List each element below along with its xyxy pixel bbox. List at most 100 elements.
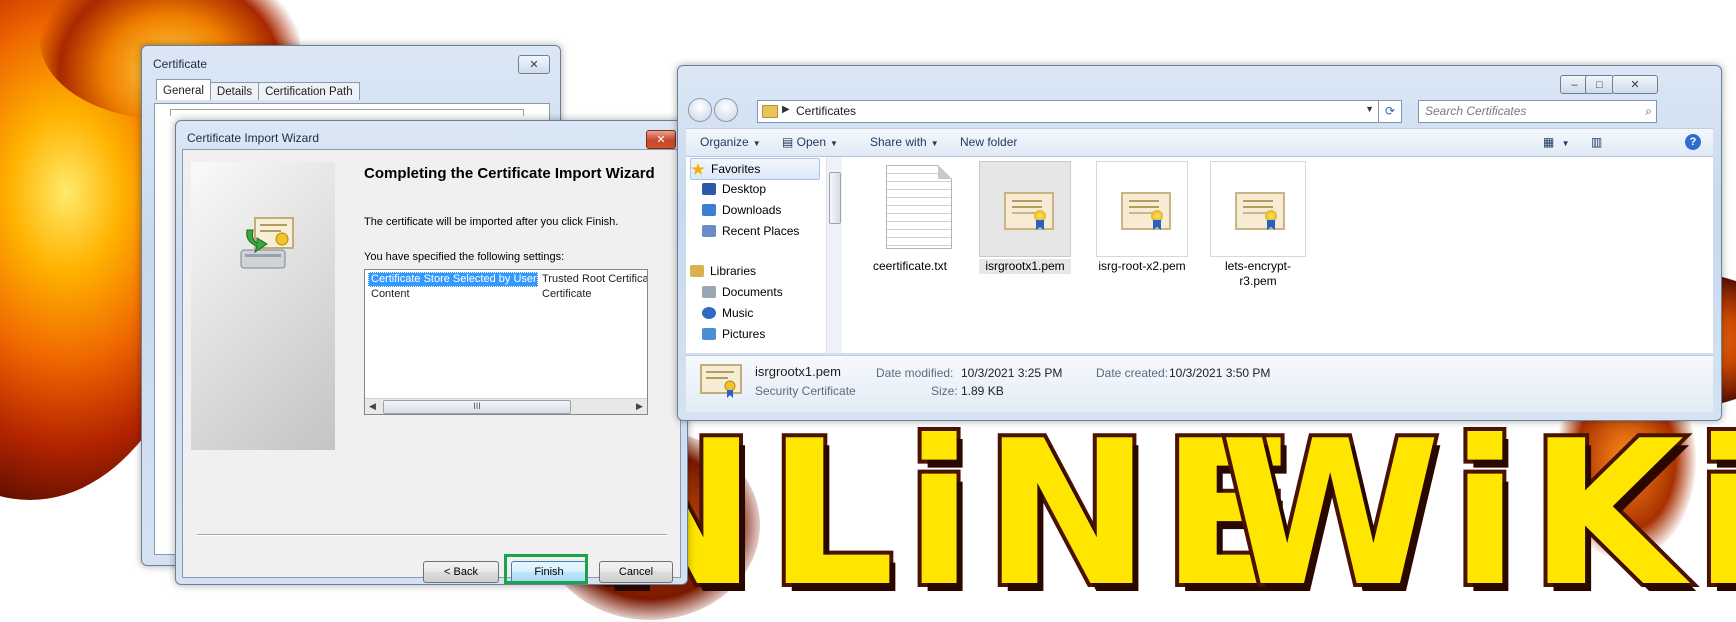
- file-name: lets-encrypt-r3.pem: [1224, 259, 1292, 288]
- settings-list[interactable]: Certificate Store Selected by User Trust…: [364, 269, 648, 415]
- chevron-down-icon: ▼: [752, 139, 761, 148]
- explorer-window: ‒ □ ✕ ▶ Certificates ▼ ⟳ Search Certific…: [677, 65, 1722, 421]
- breadcrumb[interactable]: Certificates: [796, 104, 856, 118]
- certificate-import-icon: [240, 217, 294, 269]
- open-icon: ▤: [782, 135, 797, 149]
- settings-row[interactable]: Content Certificate: [368, 287, 647, 302]
- scroll-thumb[interactable]: III: [383, 400, 571, 414]
- navigation-pane: Favorites Desktop Downloads Recent Place…: [686, 157, 834, 353]
- scroll-left-icon[interactable]: ◀: [365, 399, 380, 414]
- share-with-button[interactable]: Share with ▼: [870, 135, 939, 149]
- import-wizard-window: Certificate Import Wizard ✕ Completing t…: [175, 120, 688, 585]
- certificate-file-icon: [700, 364, 742, 398]
- pictures-icon: [702, 328, 716, 340]
- documents-icon: [702, 286, 716, 298]
- wizard-heading: Completing the Certificate Import Wizard: [364, 165, 655, 182]
- desktop-icon: [702, 183, 716, 195]
- downloads-icon: [702, 204, 716, 216]
- star-icon: [691, 163, 705, 175]
- file-item[interactable]: isrg-root-x2.pem: [1096, 161, 1188, 274]
- certificate-close-button[interactable]: ✕: [518, 55, 550, 74]
- certificate-file-icon: [1121, 192, 1171, 230]
- wizard-settings-label: You have specified the following setting…: [364, 251, 565, 263]
- scroll-right-icon[interactable]: ▶: [632, 399, 647, 414]
- recent-places-icon: [702, 225, 716, 237]
- help-icon[interactable]: ?: [1685, 134, 1701, 150]
- sidebar-item-recent-places[interactable]: Recent Places: [702, 221, 799, 241]
- certificate-file-icon: [1004, 192, 1054, 230]
- sidebar-item-music[interactable]: Music: [702, 303, 753, 323]
- wizard-close-button[interactable]: ✕: [646, 130, 676, 149]
- chevron-down-icon: ▼: [830, 139, 838, 148]
- wizard-side-banner: [191, 162, 335, 450]
- scroll-thumb[interactable]: [829, 172, 841, 224]
- wallpaper-logo-wiki: WiKi: [1216, 398, 1736, 622]
- sidebar-item-libraries[interactable]: Libraries: [690, 261, 756, 281]
- details-file-name: isrgrootx1.pem: [755, 364, 841, 379]
- certificate-info-box: [170, 109, 524, 116]
- maximize-button[interactable]: □: [1585, 75, 1614, 94]
- sidebar-item-desktop[interactable]: Desktop: [702, 179, 766, 199]
- wizard-body: Completing the Certificate Import Wizard…: [182, 149, 681, 584]
- refresh-icon[interactable]: ⟳: [1378, 100, 1402, 123]
- date-created-value: 10/3/2021 3:50 PM: [1169, 366, 1271, 380]
- address-dropdown-icon[interactable]: ▼: [1365, 104, 1374, 114]
- file-name: ceertificate.txt: [872, 259, 948, 273]
- settings-key: Certificate Store Selected by User: [368, 272, 538, 287]
- cancel-button[interactable]: Cancel: [599, 561, 673, 583]
- back-button[interactable]: < Back: [423, 561, 499, 583]
- back-nav-icon[interactable]: [688, 98, 712, 122]
- certificate-tabs: General Details Certification Path: [156, 79, 360, 100]
- search-placeholder: Search Certificates: [1425, 104, 1527, 118]
- settings-horizontal-scrollbar[interactable]: ◀ III ▶: [365, 398, 647, 414]
- details-file-type: Security Certificate: [755, 384, 856, 398]
- preview-pane-icon[interactable]: ▥: [1591, 135, 1602, 149]
- music-icon: [702, 307, 716, 319]
- new-folder-button[interactable]: New folder: [960, 135, 1017, 149]
- details-pane: isrgrootx1.pem Security Certificate Date…: [686, 355, 1713, 412]
- wallpaper-logo-online: NLiNE: [586, 398, 1308, 622]
- certificate-window-title: Certificate: [153, 57, 208, 71]
- file-item[interactable]: ceertificate.txt: [864, 161, 956, 274]
- chevron-down-icon: ▼: [930, 139, 939, 148]
- settings-row[interactable]: Certificate Store Selected by User Trust…: [368, 272, 648, 287]
- address-bar[interactable]: ▶ Certificates ▼: [757, 100, 1379, 123]
- settings-value: Trusted Root Certifica: [542, 273, 648, 285]
- settings-value: Certificate: [542, 288, 592, 300]
- date-modified-value: 10/3/2021 3:25 PM: [961, 366, 1063, 380]
- certificate-file-icon: [1235, 192, 1285, 230]
- libraries-icon: [690, 265, 704, 277]
- file-item[interactable]: lets-encrypt-r3.pem: [1210, 161, 1306, 289]
- tab-details[interactable]: Details: [209, 82, 260, 100]
- command-bar: Organize ▼ ▤ Open ▼ Share with ▼ New folder…: [686, 128, 1713, 157]
- wizard-title: Certificate Import Wizard: [187, 131, 320, 145]
- text-file-icon: [886, 165, 952, 249]
- explorer-close-button[interactable]: ✕: [1612, 75, 1658, 94]
- forward-nav-icon[interactable]: [714, 98, 738, 122]
- view-options-icon[interactable]: ▦ ▼: [1543, 135, 1570, 149]
- navigation-scrollbar[interactable]: [826, 157, 842, 353]
- size-value: 1.89 KB: [961, 384, 1004, 398]
- tab-general[interactable]: General: [156, 79, 211, 100]
- folder-icon: [762, 105, 778, 118]
- wizard-separator: [197, 534, 667, 536]
- search-icon[interactable]: ⌕: [1645, 104, 1652, 119]
- search-input[interactable]: Search Certificates ⌕: [1418, 100, 1657, 123]
- sidebar-item-favorites[interactable]: Favorites: [690, 158, 820, 180]
- sidebar-item-downloads[interactable]: Downloads: [702, 200, 781, 220]
- size-label: Size:: [931, 384, 958, 398]
- file-list: ceertificate.txt isrgrootx1.pem isrg-roo…: [842, 157, 1713, 353]
- tab-certification-path[interactable]: Certification Path: [258, 82, 360, 100]
- sidebar-item-pictures[interactable]: Pictures: [702, 324, 765, 344]
- file-name: isrgrootx1.pem: [979, 259, 1071, 274]
- sidebar-item-documents[interactable]: Documents: [702, 282, 783, 302]
- date-created-label: Date created:: [1096, 366, 1169, 380]
- wizard-description: The certificate will be imported after y…: [364, 216, 619, 228]
- breadcrumb-arrow-icon[interactable]: ▶: [782, 104, 790, 115]
- open-button[interactable]: ▤ Open ▼: [782, 135, 838, 149]
- file-name: isrg-root-x2.pem: [1098, 259, 1186, 273]
- file-item[interactable]: isrgrootx1.pem: [979, 161, 1071, 274]
- date-modified-label: Date modified:: [876, 366, 954, 380]
- organize-button[interactable]: Organize ▼: [700, 135, 761, 149]
- finish-highlight-box: [504, 554, 588, 584]
